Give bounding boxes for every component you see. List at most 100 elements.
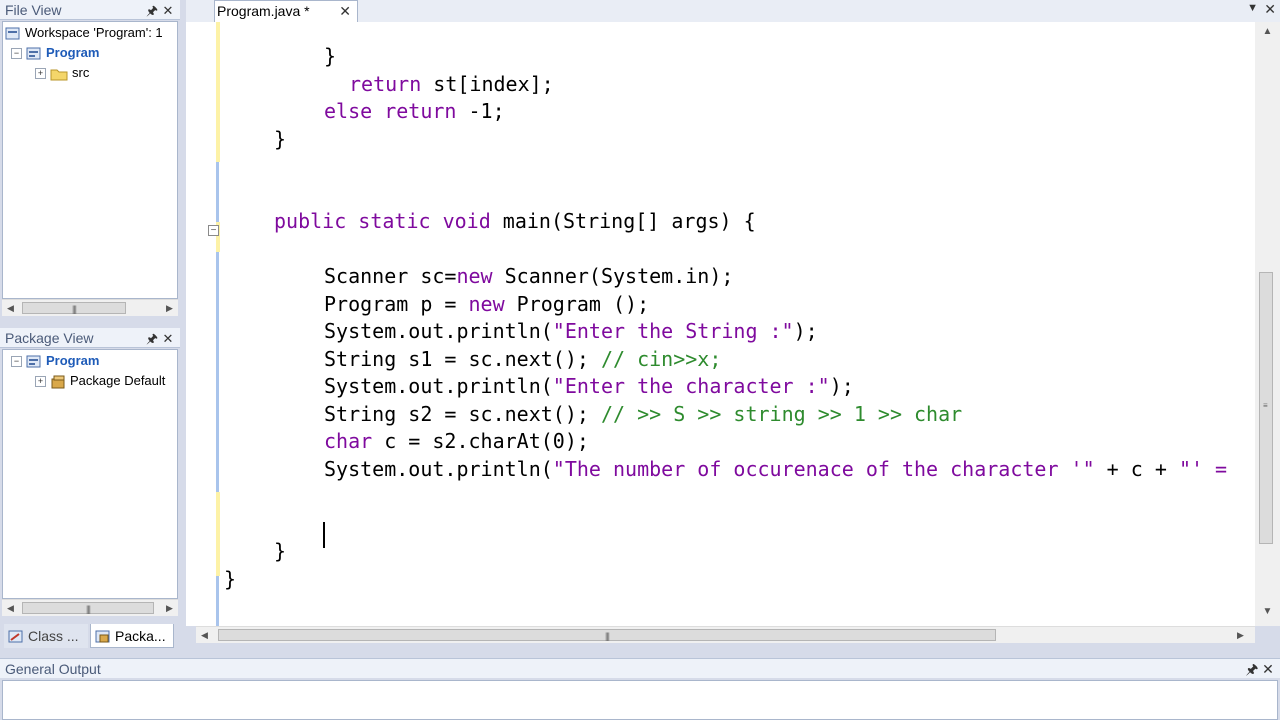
file-view-header: File View 🖈 ✕ xyxy=(0,0,180,20)
code-line[interactable]: System.out.println("Enter the character … xyxy=(324,374,854,398)
saved-marker xyxy=(216,576,219,626)
project-icon xyxy=(26,355,41,368)
expand-icon[interactable]: + xyxy=(35,376,46,388)
file-view-title: File View xyxy=(5,2,62,18)
tab-program-java[interactable]: Program.java * ✕ xyxy=(214,0,358,22)
tree-item-project[interactable]: − Program xyxy=(11,351,99,370)
general-output-body[interactable] xyxy=(2,680,1278,720)
general-output-header: General Output 🖈 ✕ xyxy=(0,658,1280,678)
scroll-left-icon[interactable]: ◀ xyxy=(196,627,213,643)
tab-package-view[interactable]: Packa... xyxy=(90,624,174,648)
code-line[interactable]: Program p = new Program (); xyxy=(324,292,649,316)
package-view-title: Package View xyxy=(5,330,94,346)
code-line[interactable]: } xyxy=(224,567,236,591)
workspace-label: Workspace 'Program': 1 xyxy=(25,25,163,40)
close-icon[interactable]: ✕ xyxy=(160,1,176,21)
file-view-hscroll[interactable]: ◀ ||| ▶ xyxy=(2,299,178,316)
code-token: "Enter the String :" xyxy=(552,319,794,343)
code-token: c = s2.charAt(0); xyxy=(372,429,589,453)
scroll-right-icon[interactable]: ▶ xyxy=(1232,627,1249,643)
code-token: -1; xyxy=(456,99,505,123)
tab-label: Program.java * xyxy=(217,3,310,19)
code-token: "The number of occurenace of the charact… xyxy=(552,456,1095,481)
code-token: String s1 = sc.next(); xyxy=(324,346,601,371)
code-token: System.out.println( xyxy=(324,319,553,343)
code-token: Program (); xyxy=(504,291,650,316)
tree-item-src[interactable]: + src xyxy=(35,63,89,82)
package-icon xyxy=(51,375,65,389)
expand-icon[interactable]: + xyxy=(35,68,46,80)
scroll-up-icon[interactable]: ▲ xyxy=(1255,26,1280,37)
package-view-hscroll[interactable]: ◀ ||| ▶ xyxy=(2,599,178,616)
tab-class-view[interactable]: Class ... xyxy=(4,624,88,648)
saved-marker xyxy=(216,252,219,492)
editor-tab-bar: Program.java * ✕ ▼ ✕ xyxy=(186,0,1280,23)
tree-item-workspace[interactable]: Workspace 'Program': 1 xyxy=(5,23,163,42)
code-token: } xyxy=(274,539,287,563)
code-token: main(String[] args) { xyxy=(490,209,756,233)
close-icon[interactable]: ✕ xyxy=(339,1,351,22)
code-line[interactable]: } xyxy=(324,44,336,68)
tab-label: Packa... xyxy=(115,628,166,644)
code-token: Scanner(System.in); xyxy=(492,264,734,288)
scroll-thumb[interactable]: ||| xyxy=(22,302,126,314)
code-line[interactable]: String s2 = sc.next(); // >> S >> string… xyxy=(324,402,962,426)
code-line[interactable]: public static void main(String[] args) { xyxy=(274,209,756,233)
scroll-down-icon[interactable]: ▼ xyxy=(1255,606,1280,617)
code-line[interactable]: else return -1; xyxy=(324,99,505,123)
code-token: } xyxy=(324,44,337,68)
close-icon[interactable]: ✕ xyxy=(160,329,176,349)
change-marker xyxy=(216,22,220,162)
editor-hscroll[interactable]: ◀ ||| ▶ xyxy=(196,626,1255,643)
workspace-icon xyxy=(5,27,20,40)
project-label: Program xyxy=(46,353,100,368)
scroll-thumb[interactable]: ||| xyxy=(22,602,154,614)
code-line[interactable]: } xyxy=(274,127,286,151)
tab-list-dropdown-icon[interactable]: ▼ xyxy=(1247,2,1258,14)
saved-marker xyxy=(216,162,219,222)
general-output-title: General Output xyxy=(5,661,101,677)
code-token: } xyxy=(274,126,287,151)
collapse-icon[interactable]: − xyxy=(11,48,22,60)
code-token: public static void xyxy=(274,209,491,233)
close-icon[interactable]: ✕ xyxy=(1264,1,1276,18)
code-token: Scanner sc= xyxy=(324,264,457,288)
code-token: new xyxy=(468,291,505,316)
code-line[interactable]: return st[index]; xyxy=(349,72,554,96)
code-line[interactable]: System.out.println("Enter the String :")… xyxy=(324,319,818,343)
code-token: else xyxy=(324,99,373,123)
fold-toggle-icon[interactable]: − xyxy=(208,225,219,236)
collapse-icon[interactable]: − xyxy=(11,356,22,368)
code-token: char xyxy=(324,429,373,453)
tree-item-project[interactable]: − Program xyxy=(11,43,99,62)
code-line[interactable]: System.out.println("The number of occure… xyxy=(324,457,1227,481)
pin-icon[interactable]: 🖈 xyxy=(144,329,160,349)
code-editor[interactable]: − } return st[index]; else return -1;} publ… xyxy=(186,22,1280,626)
tree-item-package[interactable]: + Package Default xyxy=(35,371,165,390)
scroll-right-icon[interactable]: ▶ xyxy=(161,600,178,616)
code-token: Program p = xyxy=(324,291,469,316)
folder-label: src xyxy=(72,65,90,80)
code-token: } xyxy=(224,566,237,591)
code-token: "' = xyxy=(1178,456,1228,481)
editor-vscroll[interactable]: ▲ ≡ ▼ xyxy=(1255,22,1280,626)
scroll-thumb[interactable]: ||| xyxy=(218,629,996,641)
file-view-tree: Workspace 'Program': 1 − Program + src xyxy=(2,21,178,299)
scroll-left-icon[interactable]: ◀ xyxy=(2,300,19,316)
pin-icon[interactable]: 🖈 xyxy=(144,1,160,21)
code-token: ); xyxy=(793,319,818,343)
code-token: "Enter the character :" xyxy=(552,374,830,398)
code-line[interactable]: Scanner sc=new Scanner(System.in); xyxy=(324,264,733,288)
scroll-thumb[interactable]: ≡ xyxy=(1259,272,1273,544)
scroll-left-icon[interactable]: ◀ xyxy=(2,600,19,616)
pin-icon[interactable]: 🖈 xyxy=(1244,659,1260,679)
code-line[interactable]: } xyxy=(274,539,286,563)
code-token: return xyxy=(384,99,457,123)
code-line[interactable]: String s1 = sc.next(); // cin>>x; xyxy=(324,347,721,371)
code-token: String s2 = sc.next(); xyxy=(324,401,601,426)
code-token: ); xyxy=(829,374,854,398)
code-line[interactable]: char c = s2.charAt(0); xyxy=(324,429,589,453)
close-icon[interactable]: ✕ xyxy=(1260,659,1276,679)
scroll-right-icon[interactable]: ▶ xyxy=(161,300,178,316)
